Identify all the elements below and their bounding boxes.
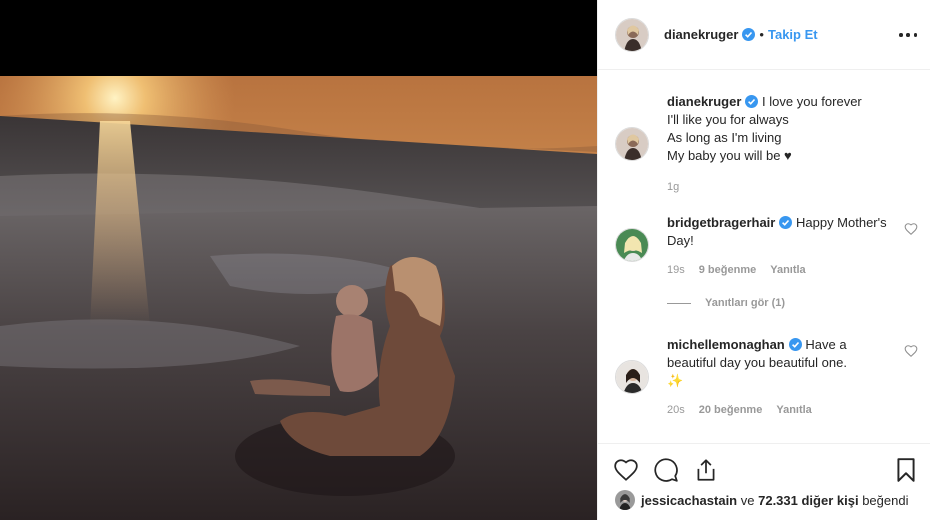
author-username[interactable]: dianekruger	[664, 27, 738, 42]
caption-line-3: As long as I'm living	[667, 130, 782, 145]
post-photo-frame	[0, 0, 597, 520]
caption-time[interactable]: 1g	[667, 181, 679, 193]
caption-username[interactable]: dianekruger	[667, 94, 741, 109]
caption-line-1: I love you forever	[762, 94, 862, 109]
caption-line-4: My baby you will be ♥	[667, 148, 792, 163]
header-separator: •	[759, 27, 764, 42]
likes-suffix: beğendi	[862, 492, 909, 508]
liker-username[interactable]: jessicachastain	[641, 493, 737, 508]
verified-badge-icon	[779, 216, 793, 229]
comment-like-heart-icon[interactable]	[904, 222, 918, 236]
follow-button[interactable]: Takip Et	[768, 27, 818, 42]
post-side-panel: dianekruger • Takip Et dianekruger I lov…	[597, 0, 930, 520]
view-replies-label: Yanıtları gör (1)	[705, 297, 786, 309]
bookmark-icon[interactable]	[893, 457, 919, 483]
comment-meta: 20s 20 beğenme Yanıtla	[667, 404, 812, 416]
liker-avatar[interactable]	[615, 490, 635, 510]
commenter-avatar[interactable]	[615, 360, 649, 394]
verified-badge-icon	[788, 338, 802, 351]
likes-summary: jessicachastain ve 72.331 diğer kişi beğ…	[615, 490, 908, 510]
sparkles-emoji: ✨	[667, 373, 684, 388]
comment-text: bridgetbragerhair Happy Mother's Day!	[667, 214, 892, 250]
likes-count[interactable]: 72.331 diğer kişi	[758, 493, 858, 508]
more-options-icon[interactable]	[899, 26, 917, 44]
caption-meta: 1g	[667, 181, 679, 193]
caption-line-2: I'll like you for always	[667, 112, 789, 127]
likes-conjunction: ve	[740, 492, 755, 508]
reply-button[interactable]: Yanıtla	[776, 404, 811, 416]
comment-like-heart-icon[interactable]	[904, 344, 918, 358]
comment-meta: 19s 9 beğenme Yanıtla	[667, 264, 806, 276]
reply-button[interactable]: Yanıtla	[770, 264, 805, 276]
comment-icon[interactable]	[653, 457, 679, 483]
commenter-avatar[interactable]	[615, 228, 649, 262]
comment-likes[interactable]: 9 beğenme	[699, 264, 756, 276]
comments-list: dianekruger I love you forever I'll like…	[598, 71, 930, 443]
share-icon[interactable]	[693, 457, 719, 483]
replies-divider	[667, 302, 691, 304]
post-actions-bar: jessicachastain ve 72.331 diğer kişi beğ…	[598, 443, 930, 520]
beach-sunset-image	[0, 76, 597, 520]
comment-time[interactable]: 20s	[667, 404, 685, 416]
comment-time[interactable]: 19s	[667, 264, 685, 276]
comment-likes[interactable]: 20 beğenme	[699, 404, 763, 416]
heart-icon[interactable]	[613, 457, 639, 483]
comment-text: michellemonaghan Have a beautiful day yo…	[667, 336, 892, 390]
verified-badge-icon	[745, 95, 759, 108]
post-photo[interactable]	[0, 76, 597, 520]
comment-username[interactable]: bridgetbragerhair	[667, 215, 775, 230]
verified-badge-icon	[742, 28, 756, 41]
author-avatar[interactable]	[615, 17, 649, 52]
view-replies-button[interactable]: Yanıtları gör (1)	[667, 297, 785, 309]
comment-username[interactable]: michellemonaghan	[667, 337, 785, 352]
caption-author-avatar[interactable]	[615, 127, 649, 161]
caption-text: dianekruger I love you forever I'll like…	[667, 93, 892, 165]
post-header: dianekruger • Takip Et	[598, 0, 930, 70]
